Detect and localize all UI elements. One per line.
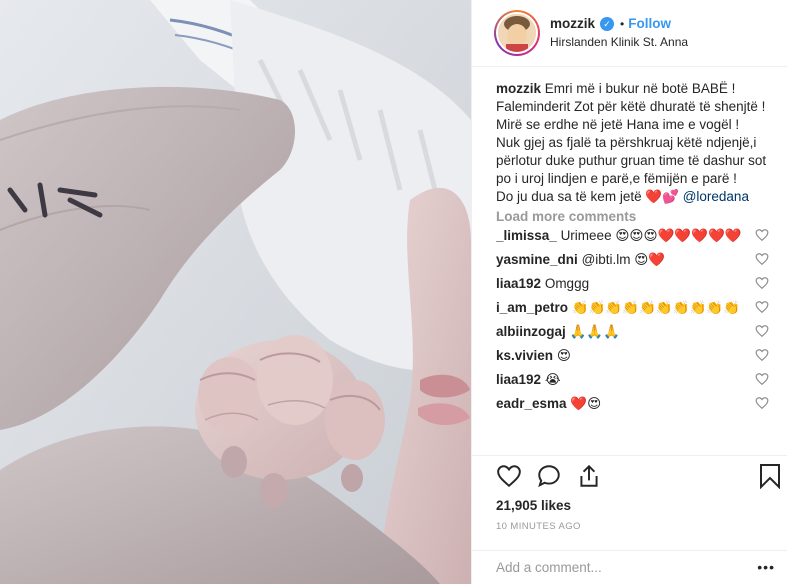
follow-button[interactable]: Follow [628,15,671,33]
comment-text: 🙏🙏🙏 [569,324,620,339]
action-bar [472,456,787,496]
load-more-comments-button[interactable]: Load more comments [496,209,773,224]
comment-username[interactable]: liaa192 [496,276,541,291]
post-header: mozzik ✓ • Follow Hirslanden Klinik St. … [472,0,787,67]
post-photo[interactable] [0,0,471,584]
comments-area: mozzik Emri më i bukur në botë BABË ! Fa… [496,80,773,455]
newborn-hand-photo [0,0,471,584]
post-sidebar: mozzik ✓ • Follow Hirslanden Klinik St. … [471,0,787,584]
comment-username[interactable]: eadr_esma [496,396,567,411]
comment-like-heart-icon[interactable] [755,348,769,362]
header-row: mozzik ✓ • Follow [550,15,688,33]
post-timestamp: 10 MINUTES AGO [496,521,581,532]
comment-like-heart-icon[interactable] [755,300,769,314]
location-link[interactable]: Hirslanden Klinik St. Anna [550,33,688,51]
heart-icon[interactable] [496,463,522,489]
comment-row: i_am_petro 👏👏👏👏👏👏👏👏👏👏 [496,296,773,320]
share-icon[interactable] [576,463,602,489]
post-caption: mozzik Emri më i bukur në botë BABË ! Fa… [496,80,773,206]
comment-text: 😭 [544,372,561,387]
instagram-post: mozzik ✓ • Follow Hirslanden Klinik St. … [0,0,787,584]
options-icon[interactable]: ••• [757,559,775,575]
comment-username[interactable]: _limissa_ [496,228,557,243]
comment-text: 👏👏👏👏👏👏👏👏👏👏 [571,300,740,315]
comment-like-heart-icon[interactable] [755,252,769,266]
username-link[interactable]: mozzik [550,15,595,33]
comment-text: ❤️😍 [570,396,602,411]
comment-username[interactable]: i_am_petro [496,300,568,315]
add-comment-bar: ••• [472,550,787,584]
comment-like-heart-icon[interactable] [755,324,769,338]
comment-text: @ibti.lm 😍❤️ [581,252,666,267]
comment-like-heart-icon[interactable] [755,372,769,386]
avatar-image [496,12,538,54]
comment-text: Urimeee 😍😍😍❤️❤️❤️❤️❤️ [560,228,742,243]
post-actions-section: 21,905 likes 10 MINUTES AGO [472,455,787,532]
comment-row: eadr_esma ❤️😍 [496,392,773,416]
comment-username[interactable]: yasmine_dni [496,252,578,267]
caption-mention[interactable]: @loredana [683,189,749,204]
verified-badge-icon: ✓ [600,17,615,31]
comment-row: yasmine_dni @ibti.lm 😍❤️ [496,248,773,272]
comment-like-heart-icon[interactable] [755,396,769,410]
comment-row: _limissa_ Urimeee 😍😍😍❤️❤️❤️❤️❤️ [496,224,773,248]
comment-row: liaa192 😭 [496,368,773,392]
bookmark-icon[interactable] [759,463,781,490]
header-text: mozzik ✓ • Follow Hirslanden Klinik St. … [550,15,688,51]
likes-count[interactable]: 21,905 likes [472,498,787,513]
add-comment-input[interactable] [496,560,736,575]
comment-like-heart-icon[interactable] [755,276,769,290]
comment-row: albiinzogaj 🙏🙏🙏 [496,320,773,344]
comment-username[interactable]: albiinzogaj [496,324,566,339]
comment-like-heart-icon[interactable] [755,228,769,242]
separator-dot: • [620,17,625,31]
comment-list: _limissa_ Urimeee 😍😍😍❤️❤️❤️❤️❤️ yasmine_d… [496,224,773,416]
child-portrait-icon [498,14,536,52]
comment-text: 😍 [556,348,571,363]
avatar[interactable] [494,10,540,56]
comment-row: liaa192 Omggg [496,272,773,296]
comment-icon[interactable] [536,463,562,489]
caption-text: Emri më i bukur në botë BABË ! Faleminde… [496,81,767,204]
comment-text: Omggg [544,276,590,291]
comment-username[interactable]: liaa192 [496,372,541,387]
comment-row: ks.vivien 😍 [496,344,773,368]
caption-username[interactable]: mozzik [496,81,541,96]
comment-username[interactable]: ks.vivien [496,348,553,363]
